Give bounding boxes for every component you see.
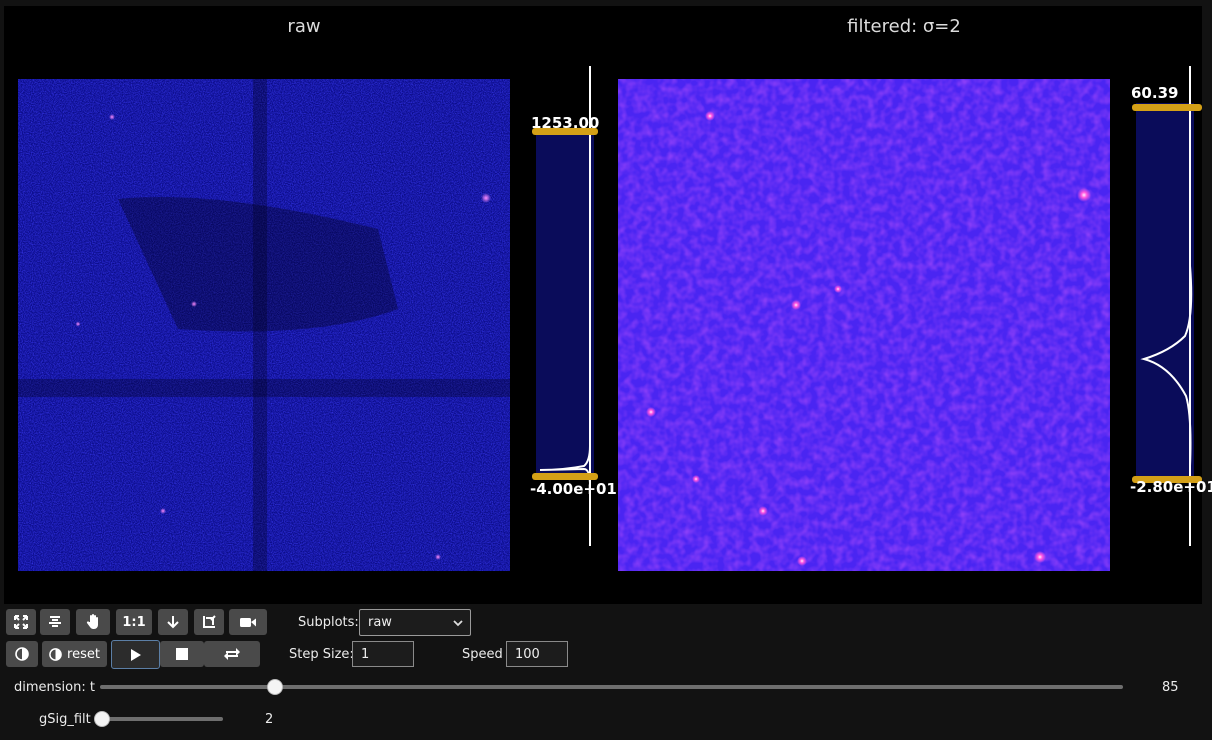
dimension-slider-track[interactable] bbox=[100, 685, 1123, 689]
dimension-slider-label: dimension: t bbox=[14, 680, 95, 695]
contrast-reset-button[interactable]: reset bbox=[42, 641, 107, 667]
gsig-slider-track[interactable] bbox=[100, 717, 223, 721]
raw-max-label: 1253.00 bbox=[531, 114, 600, 132]
raw-min-label: -4.00e+01 bbox=[530, 480, 617, 498]
subplots-value: raw bbox=[368, 615, 392, 630]
filtered-min-label: -2.80e+01 bbox=[1130, 478, 1212, 496]
subplots-label: Subplots: bbox=[298, 615, 359, 630]
one-to-one-button[interactable]: 1:1 bbox=[116, 609, 152, 635]
speed-input[interactable]: 100 bbox=[506, 641, 568, 667]
center-icon[interactable] bbox=[40, 609, 70, 635]
chevron-down-icon bbox=[453, 620, 463, 627]
contrast-icon[interactable] bbox=[6, 641, 38, 667]
subplots-select[interactable]: raw bbox=[359, 609, 471, 636]
gsig-slider-label: gSig_filt bbox=[39, 712, 91, 727]
arrow-down-icon[interactable] bbox=[158, 609, 188, 635]
filtered-max-label: 60.39 bbox=[1131, 84, 1179, 102]
step-size-input[interactable]: 1 bbox=[352, 641, 414, 667]
plot-canvas[interactable]: raw filtered: σ=2 1253.00 -4.00e+01 60.3… bbox=[4, 6, 1212, 604]
contrast-icon bbox=[49, 647, 62, 661]
hand-icon[interactable] bbox=[76, 609, 110, 635]
raw-image[interactable] bbox=[18, 79, 510, 571]
crop-icon[interactable] bbox=[194, 609, 224, 635]
gsig-slider-thumb[interactable] bbox=[94, 711, 110, 727]
dimension-slider-thumb[interactable] bbox=[266, 679, 283, 695]
speed-label: Speed bbox=[462, 647, 503, 662]
stop-button[interactable] bbox=[160, 641, 204, 667]
min-handle[interactable] bbox=[532, 473, 598, 480]
filtered-image[interactable] bbox=[618, 79, 1110, 571]
dimension-value: 85 bbox=[1162, 680, 1179, 695]
left-plot-title: raw bbox=[287, 16, 321, 37]
stop-icon bbox=[176, 648, 188, 660]
gsig-value: 2 bbox=[265, 712, 274, 727]
loop-icon bbox=[224, 648, 240, 660]
max-handle[interactable] bbox=[1132, 104, 1202, 111]
play-button[interactable] bbox=[111, 640, 160, 669]
right-plot-title: filtered: σ=2 bbox=[847, 16, 961, 37]
loop-button[interactable] bbox=[204, 641, 260, 667]
camera-icon[interactable] bbox=[229, 609, 267, 635]
step-size-label: Step Size: bbox=[289, 647, 354, 662]
expand-icon[interactable] bbox=[6, 609, 36, 635]
play-icon bbox=[130, 648, 141, 661]
reset-label: reset bbox=[67, 646, 100, 662]
